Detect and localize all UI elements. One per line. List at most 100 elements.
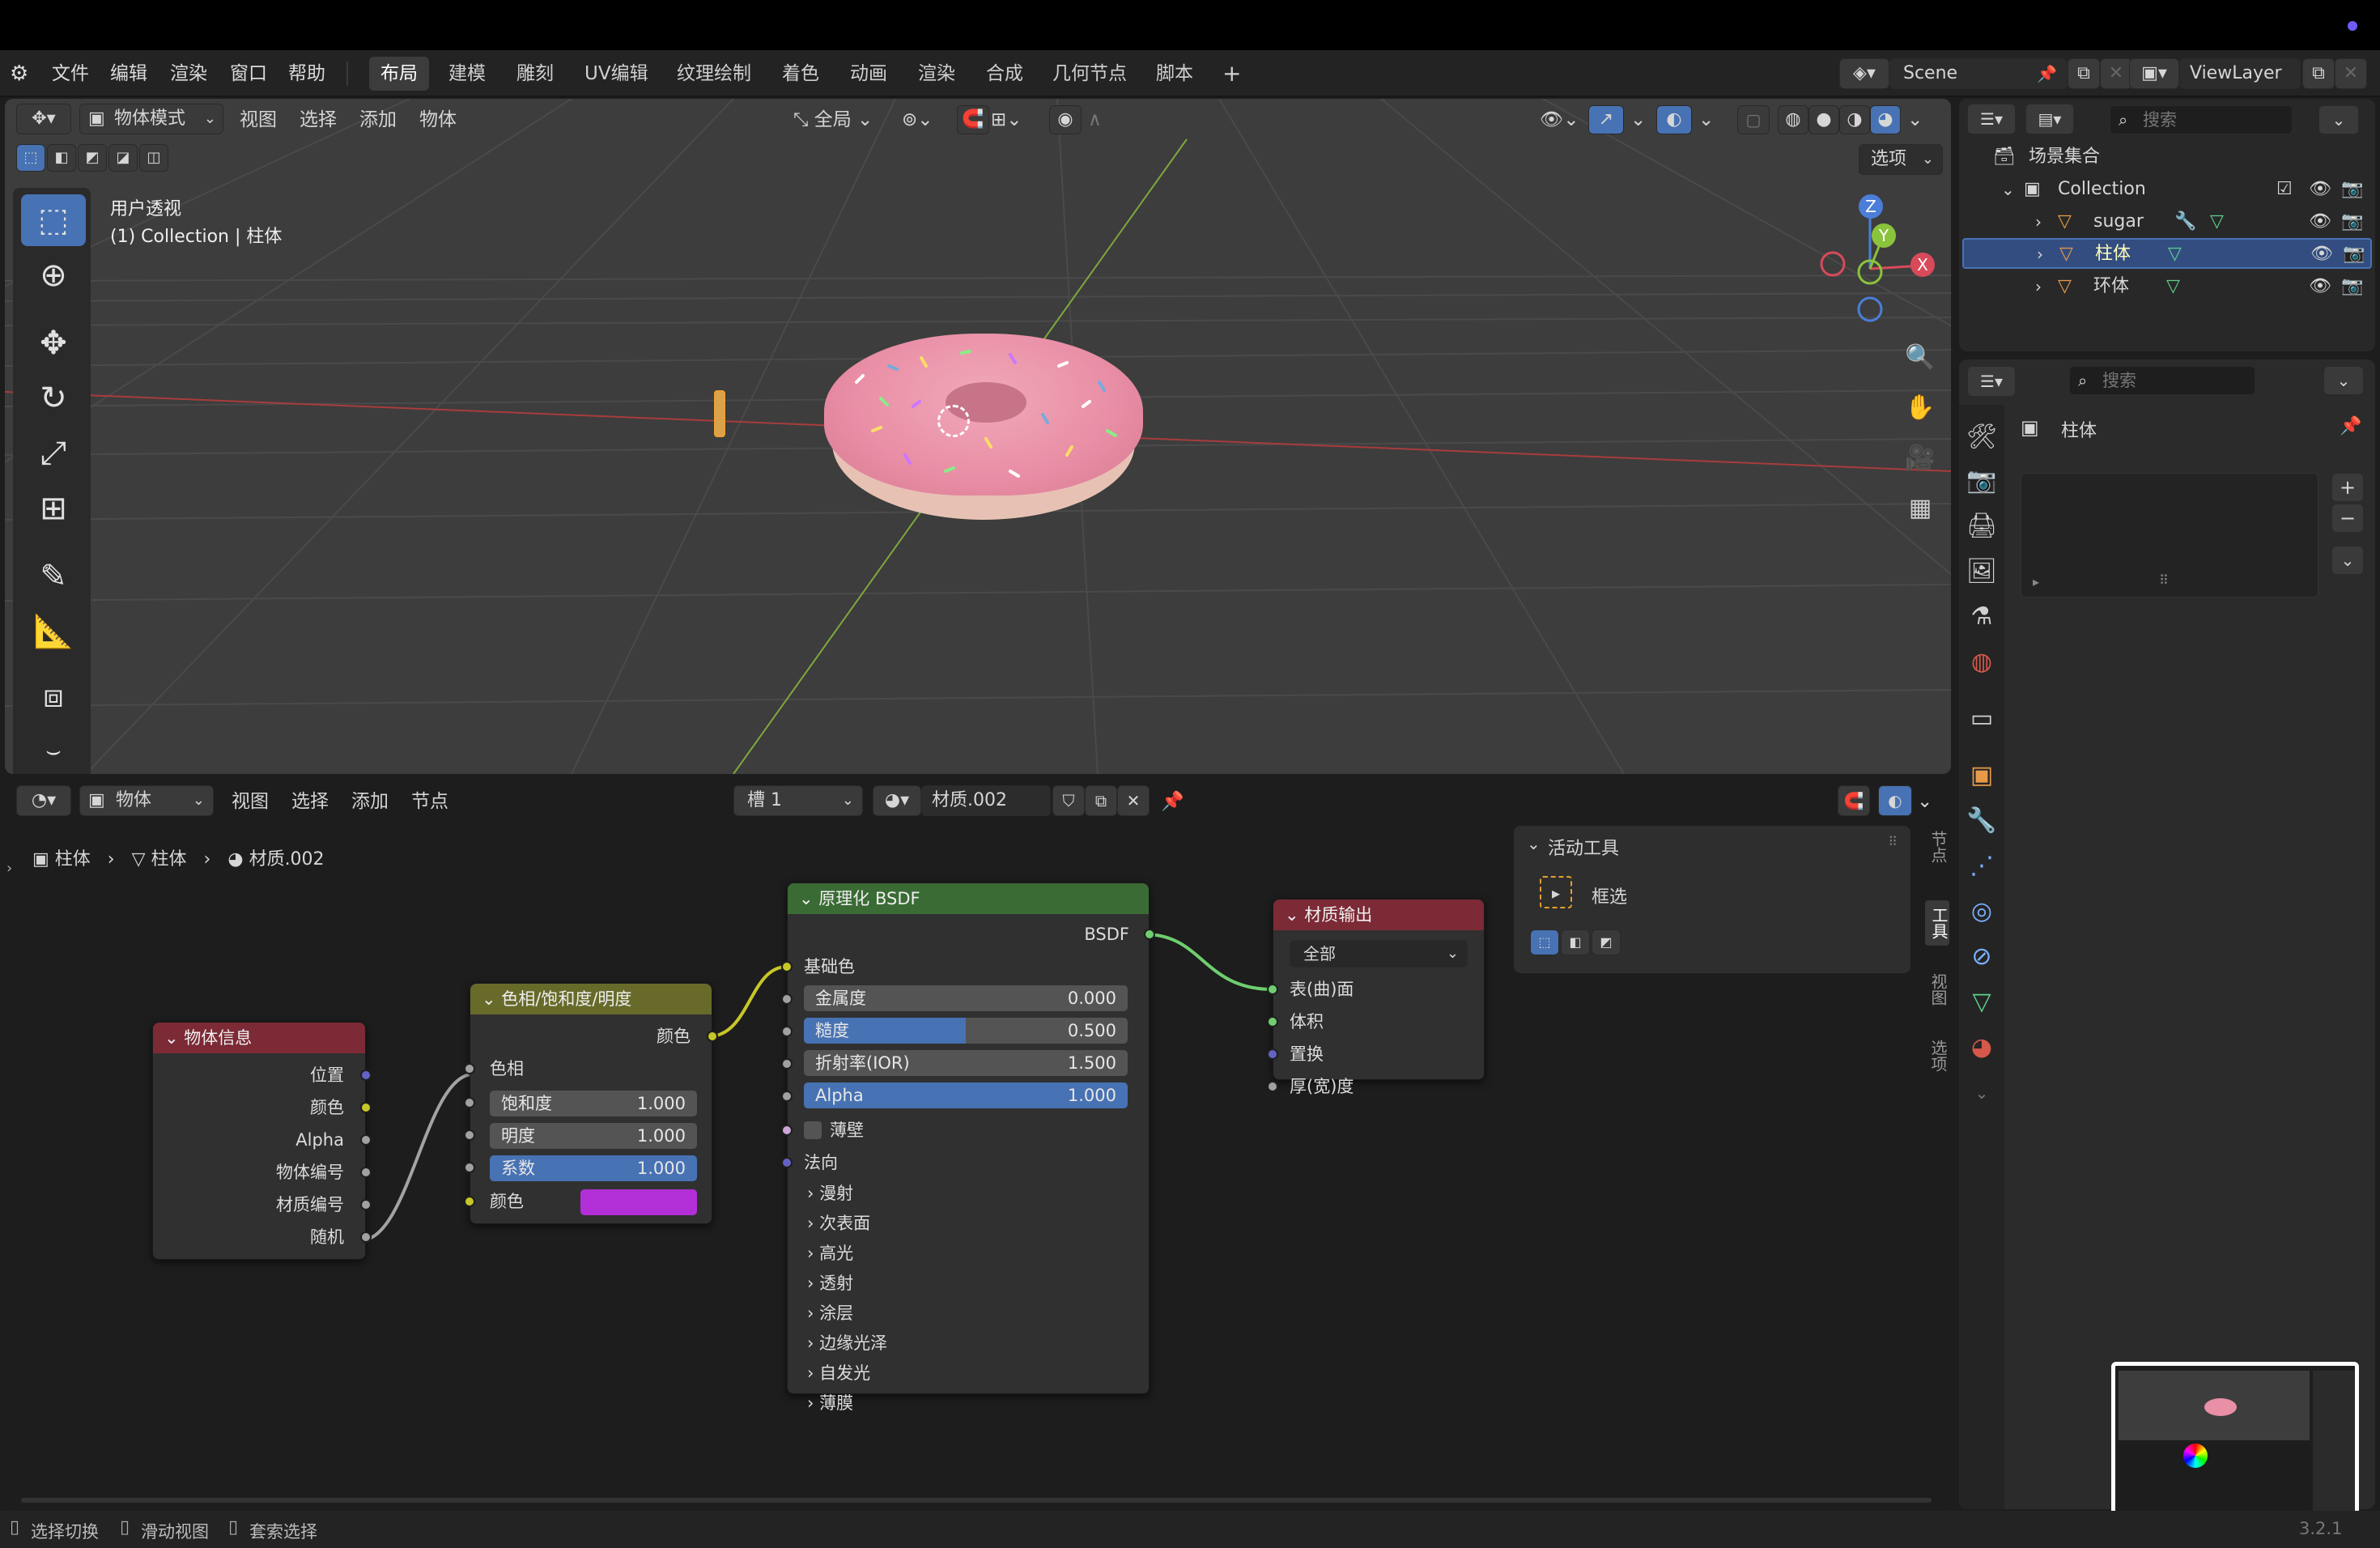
socket-value[interactable] (464, 1129, 475, 1141)
tab-layout[interactable]: 布局 (369, 57, 429, 91)
node-object-info[interactable]: ⌄ 物体信息 位置 颜色 Alpha 物体编号 材质编号 随机 (152, 1022, 372, 1260)
socket-thickness[interactable] (1267, 1081, 1278, 1092)
constraints-properties-icon[interactable]: ⊘ (1966, 941, 1998, 973)
view-layer-field[interactable]: ViewLayer (2179, 58, 2301, 89)
more-tabs-icon[interactable]: ⌄ (1966, 1077, 1998, 1109)
pin-icon[interactable]: 📌 (2340, 416, 2361, 436)
horizontal-scrollbar[interactable] (21, 1498, 1932, 1503)
pivot-point-icon[interactable]: ⊚⌄ (902, 99, 933, 141)
shading-dropdown-icon[interactable]: ⌄ (1907, 99, 1923, 141)
node-principled-bsdf[interactable]: ⌄ 原理化 BSDF BSDF 基础色 金属度 0.000 糙度 0.500 折射率… (781, 882, 1155, 1413)
delete-scene-icon[interactable]: ✕ (2100, 58, 2132, 89)
view-layer-properties-icon[interactable]: 🖼 (1966, 555, 1998, 588)
viewport-menu-object[interactable]: 物体 (419, 99, 457, 141)
menu-file[interactable]: 文件 (52, 50, 89, 97)
select-box-icon[interactable]: ▸ (1540, 876, 1572, 908)
filter-icon[interactable]: ⌄ (2318, 105, 2359, 134)
shading-rendered-icon[interactable]: ◕ (1870, 105, 1901, 134)
node-menu-view[interactable]: 视图 (232, 780, 269, 823)
properties-editor-type-icon[interactable]: ☰▾ (1967, 366, 2016, 397)
remove-slot-button[interactable]: − (2331, 504, 2364, 533)
shading-wireframe-icon[interactable]: ◍ (1778, 105, 1808, 134)
overlay-dropdown-icon[interactable]: ⌄ (1698, 99, 1714, 141)
scene-selector-icon[interactable]: ◈▾ (1839, 58, 1889, 89)
panel-emission[interactable]: › 自发光 (807, 1359, 870, 1387)
chevron-down-icon[interactable]: ⌄ (2001, 173, 2015, 206)
visibility-icon[interactable]: 👁⌄ (1540, 99, 1579, 141)
outliner-item-cylinder[interactable]: › ▽ 柱体 ▽ 👁 📷 (1962, 238, 2372, 269)
select-mode-subtract-icon[interactable]: ◩ (78, 144, 107, 172)
duplicate-material-icon[interactable]: ⧉ (1085, 785, 1117, 816)
socket-random[interactable] (360, 1231, 372, 1243)
proportional-edit-icon[interactable]: ◉ (1049, 105, 1082, 134)
tool-measure-icon[interactable]: 📐 (21, 606, 86, 657)
checkbox-icon[interactable]: ☑ (2276, 173, 2293, 206)
drag-handle-icon[interactable]: ⠿ (1888, 834, 1898, 849)
socket-alpha[interactable] (360, 1134, 372, 1146)
node-header[interactable]: ⌄ 材质输出 (1273, 899, 1484, 930)
roughness-field[interactable]: 糙度 0.500 (804, 1018, 1128, 1044)
pin-icon[interactable]: 📌 (2037, 59, 2057, 88)
socket-location[interactable] (360, 1070, 372, 1081)
metallic-field[interactable]: 金属度 0.000 (804, 985, 1128, 1011)
add-workspace-button[interactable]: + (1211, 57, 1252, 91)
node-header[interactable]: ⌄ 色相/饱和度/明度 (470, 984, 712, 1014)
socket-base-color[interactable] (781, 961, 793, 972)
physics-properties-icon[interactable]: ◎ (1966, 895, 1998, 928)
sidebar-tab-options[interactable]: 选项 (1925, 1040, 1948, 1072)
collection-properties-icon[interactable]: ▭ (1966, 703, 1998, 735)
socket-input-color[interactable] (464, 1196, 475, 1207)
output-properties-icon[interactable]: 🖨 (1966, 510, 1998, 542)
node-menu-node[interactable]: 节点 (411, 780, 448, 823)
chevron-right-icon[interactable]: › (2035, 270, 2042, 303)
tab-modeling[interactable]: 建模 (437, 57, 497, 91)
eye-icon[interactable]: 👁 (2309, 173, 2331, 206)
overlay-toggle-icon[interactable]: ◐ (1656, 105, 1692, 134)
material-browse-icon[interactable]: ◕▾ (873, 785, 921, 816)
saturation-field[interactable]: 饱和度 1.000 (490, 1091, 697, 1116)
tab-shading[interactable]: 着色 (771, 57, 831, 91)
collection-row[interactable]: ⌄ ▣ Collection ☑ 👁 📷 (1959, 173, 2375, 206)
snap-node-icon[interactable]: 🧲 (1838, 785, 1870, 816)
chevron-down-icon[interactable]: ⌄ (1285, 905, 1304, 925)
camera-icon[interactable]: 📷 (2341, 206, 2363, 238)
sidebar-tab-node[interactable]: 节点 (1925, 831, 1948, 863)
target-dropdown[interactable]: 全部 ⌄ (1290, 940, 1468, 968)
gizmo-y-icon[interactable]: Y (1872, 223, 1896, 248)
socket-roughness[interactable] (781, 1026, 793, 1037)
tab-texture-paint[interactable]: 纹理绘制 (665, 57, 763, 91)
menu-edit[interactable]: 编辑 (110, 50, 147, 97)
tab-scripting[interactable]: 脚本 (1145, 57, 1205, 91)
outliner-editor-type-icon[interactable]: ☰▾ (1967, 104, 2016, 134)
tab-geometry-nodes[interactable]: 几何节点 (1041, 57, 1138, 91)
unlink-material-icon[interactable]: ✕ (1117, 785, 1150, 816)
panel-transmission[interactable]: › 透射 (807, 1269, 853, 1297)
tool-transform-icon[interactable]: ⊞ (21, 483, 86, 534)
tab-uv-editing[interactable]: UV编辑 (573, 57, 660, 91)
shader-node-editor[interactable]: ◔▾ ▣ 物体 ⌄ 视图 选择 添加 节点 槽 1 ⌄ ◕▾ 材质.002 ⛉ … (5, 779, 1951, 1509)
socket-hue[interactable] (464, 1063, 475, 1074)
tool-annotate-icon[interactable]: ✎ (21, 551, 86, 602)
add-slot-button[interactable]: + (2331, 473, 2364, 502)
delete-view-layer-icon[interactable]: ✕ (2335, 58, 2367, 89)
tool-more-icon[interactable]: ⌣ (21, 725, 86, 774)
new-scene-icon[interactable]: ⧉ (2068, 58, 2100, 89)
node-overlay-toggle-icon[interactable]: ◐ (1878, 785, 1912, 816)
cylinder-object[interactable] (714, 390, 725, 437)
socket-alpha[interactable] (781, 1091, 793, 1102)
shader-type-dropdown[interactable]: ▣ 物体 ⌄ (79, 785, 214, 816)
eye-icon[interactable]: 👁 (2309, 270, 2331, 303)
socket-material-index[interactable] (360, 1199, 372, 1210)
tab-sculpting[interactable]: 雕刻 (505, 57, 565, 91)
panel-coat[interactable]: › 涂层 (807, 1299, 853, 1327)
slot-dropdown[interactable]: 槽 1 ⌄ (733, 785, 863, 816)
node-overlay-dropdown-icon[interactable]: ⌄ (1917, 780, 1932, 823)
select-mode-extend-icon[interactable]: ◧ (1561, 929, 1590, 955)
chevron-right-icon[interactable]: › (2037, 240, 2043, 269)
chevron-down-icon[interactable]: ⌄ (164, 1028, 184, 1048)
tool-select-box-icon[interactable]: ⬚ (21, 194, 86, 246)
tool-cursor-icon[interactable]: ⊕ (21, 249, 86, 301)
tool-rotate-icon[interactable]: ↻ (21, 372, 86, 424)
scene-properties-icon[interactable]: ⚗ (1966, 601, 1998, 633)
socket-color[interactable] (360, 1102, 372, 1113)
